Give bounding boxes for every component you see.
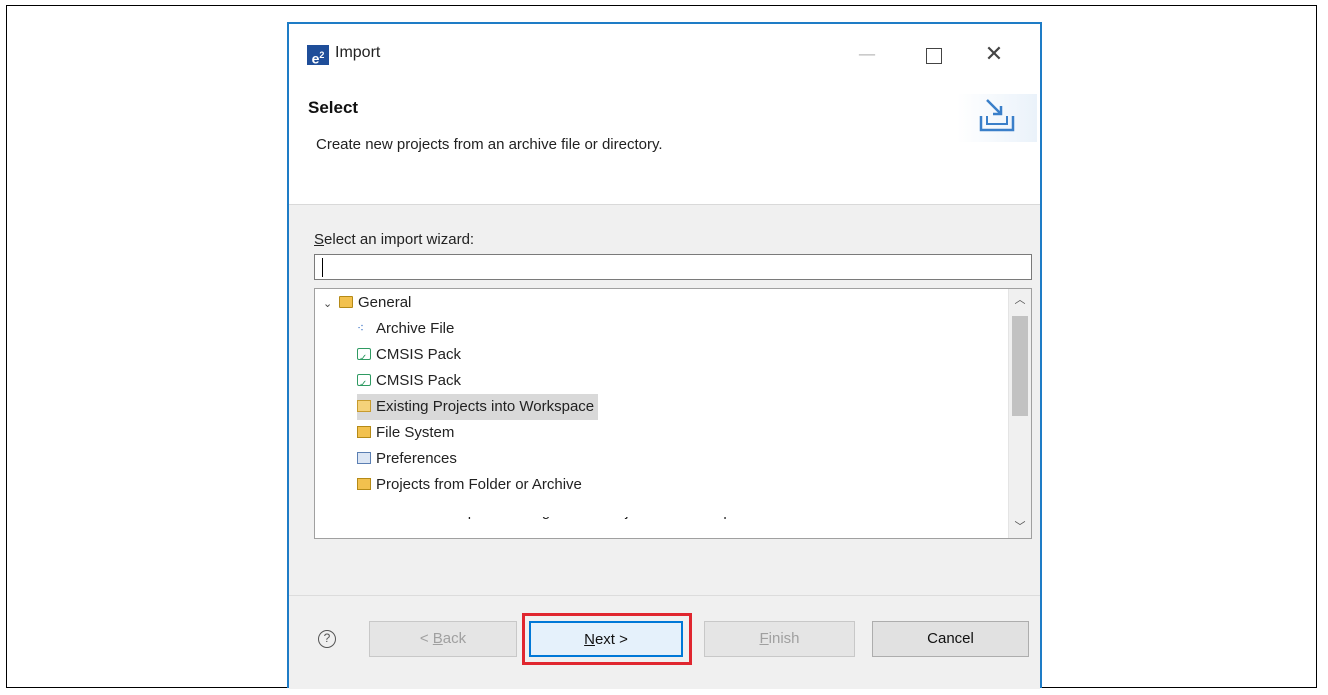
import-wizard-icon bbox=[957, 94, 1037, 142]
tree-item-label: Existing Projects into Workspace bbox=[376, 398, 595, 415]
wizard-header: Select Create new projects from an archi… bbox=[289, 84, 1040, 205]
back-prefix: < bbox=[419, 630, 433, 647]
tree-item-cmsis-pack-2[interactable]: CMSIS Pack bbox=[357, 368, 462, 398]
tree-item-existing-projects[interactable]: Existing Projects into Workspace bbox=[357, 394, 599, 420]
wizard-body: Select an import wizard: ⌄ General ⁖ Archi… bbox=[289, 205, 1040, 595]
folder-open-icon bbox=[339, 296, 353, 309]
dialog-title: Import bbox=[335, 44, 381, 61]
tree-item-cmsis-pack-1[interactable]: CMSIS Pack bbox=[357, 342, 462, 372]
back-label: ack bbox=[442, 630, 467, 647]
close-button[interactable]: ✕ bbox=[974, 38, 1014, 72]
tree-item-label: CMSIS Pack bbox=[376, 372, 462, 389]
tree-item-general[interactable]: ⌄ General bbox=[323, 290, 411, 316]
cancel-button[interactable]: Cancel bbox=[872, 621, 1029, 657]
next-button[interactable]: Next > bbox=[529, 621, 683, 657]
page-title: Select bbox=[308, 98, 359, 117]
text-caret bbox=[322, 258, 323, 277]
scroll-up-icon[interactable]: ︿ bbox=[1009, 289, 1031, 311]
tree-scrollbar[interactable]: ︿ ﹀ bbox=[1008, 289, 1031, 538]
maximize-button[interactable] bbox=[914, 38, 954, 72]
tree-item-rename-import[interactable]: Rename & Import Existing C/C++ Project i… bbox=[357, 503, 756, 525]
wizard-filter-input[interactable] bbox=[314, 254, 1032, 280]
cmsis-pack-icon bbox=[357, 346, 371, 372]
cmsis-pack-icon bbox=[357, 372, 371, 398]
back-mnemonic: B bbox=[432, 630, 443, 647]
next-label: ext > bbox=[594, 631, 628, 648]
scroll-thumb[interactable] bbox=[1012, 316, 1028, 416]
preferences-icon bbox=[357, 452, 371, 465]
help-icon[interactable]: ? bbox=[318, 630, 336, 648]
e2-studio-app-icon: e2 bbox=[307, 45, 329, 67]
tree-item-archive-file[interactable]: ⁖ Archive File bbox=[357, 316, 454, 342]
title-bar[interactable]: e2 Import — ✕ bbox=[289, 24, 1040, 84]
tree-item-label: CMSIS Pack bbox=[376, 346, 462, 363]
tree-item-label: File System bbox=[376, 424, 455, 441]
next-mnemonic: N bbox=[584, 631, 595, 648]
projects-folder-icon bbox=[357, 478, 371, 491]
existing-projects-icon bbox=[357, 400, 371, 413]
maximize-icon bbox=[926, 47, 942, 64]
file-system-icon bbox=[357, 426, 371, 439]
tree-item-label: Rename & Import Existing C/C++ Project i… bbox=[376, 503, 756, 520]
wizard-footer: ? < Back Next > Finish Cancel bbox=[289, 595, 1040, 689]
back-button[interactable]: < Back bbox=[369, 621, 517, 657]
tree-item-preferences[interactable]: Preferences bbox=[357, 446, 457, 472]
tree-item-label: General bbox=[358, 294, 412, 311]
chevron-down-icon[interactable]: ⌄ bbox=[323, 291, 339, 317]
page-description: Create new projects from an archive file… bbox=[316, 136, 663, 153]
tree-item-label: Projects from Folder or Archive bbox=[376, 476, 582, 493]
tree-item-label: Archive File bbox=[376, 320, 455, 337]
wizard-tree[interactable]: ⌄ General ⁖ Archive File CMSIS Pack CMSIS … bbox=[314, 288, 1032, 539]
label-text: elect an import wizard: bbox=[324, 231, 475, 248]
tree-item-label: Preferences bbox=[376, 450, 457, 467]
tree-item-file-system[interactable]: File System bbox=[357, 420, 454, 446]
select-wizard-label: Select an import wizard: bbox=[314, 231, 474, 248]
finish-button[interactable]: Finish bbox=[704, 621, 855, 657]
import-dialog: e2 Import — ✕ Select Create new projects… bbox=[287, 22, 1042, 689]
minimize-button[interactable]: — bbox=[847, 38, 887, 72]
tree-item-projects-from-folder[interactable]: Projects from Folder or Archive bbox=[357, 472, 582, 498]
finish-mnemonic: F bbox=[759, 630, 769, 647]
label-mnemonic: S bbox=[314, 231, 325, 248]
archive-icon: ⁖ bbox=[357, 322, 371, 335]
scroll-down-icon[interactable]: ﹀ bbox=[1009, 516, 1031, 538]
rename-import-icon bbox=[357, 517, 371, 518]
finish-label: inish bbox=[768, 630, 800, 647]
